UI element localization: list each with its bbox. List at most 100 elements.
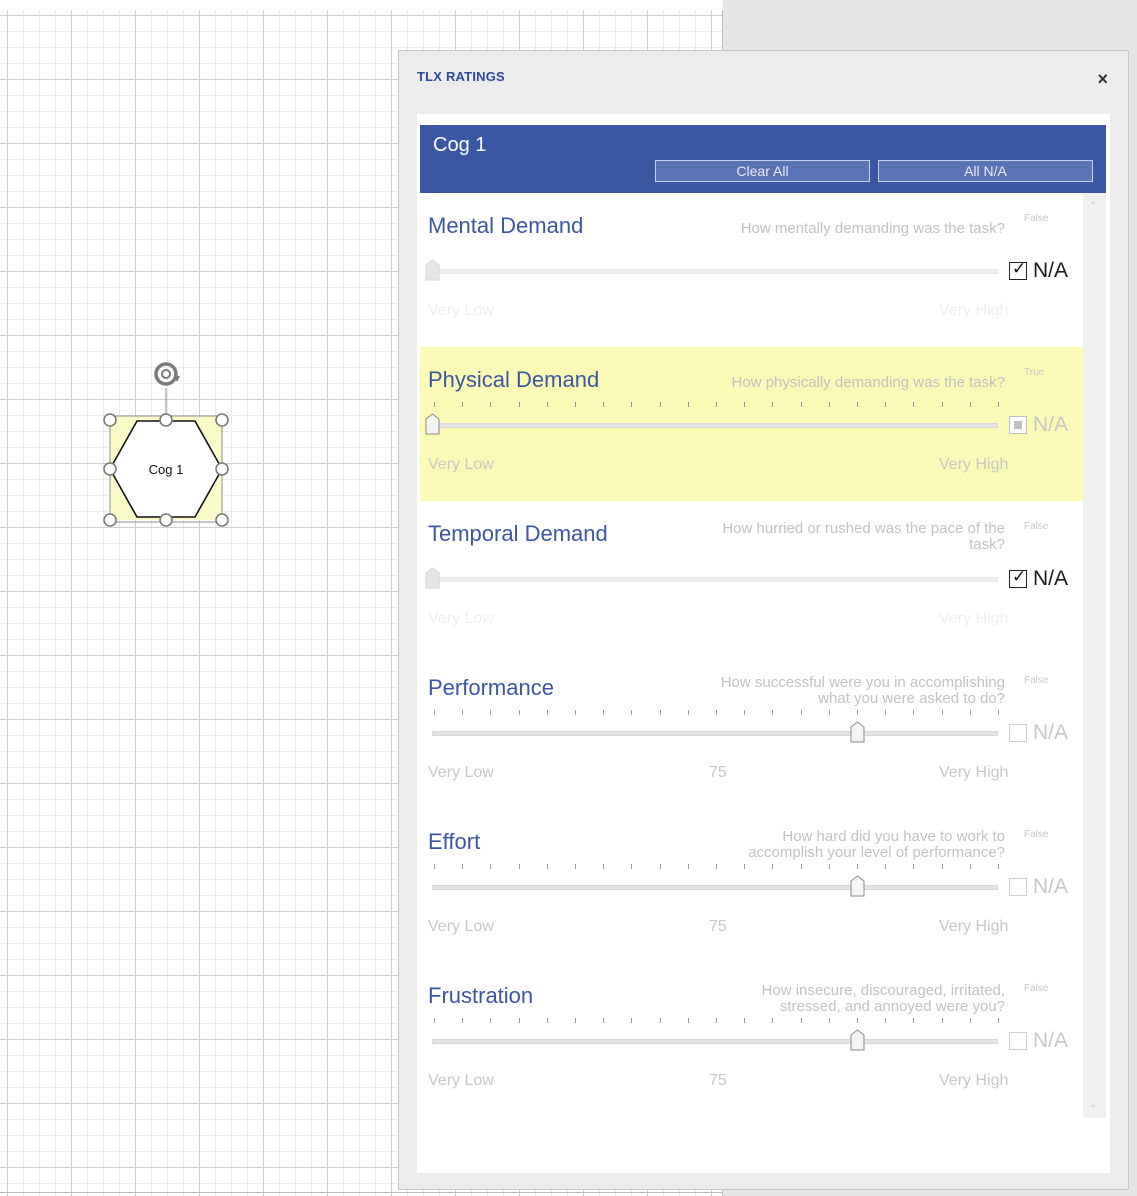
slider-tick: [885, 402, 886, 407]
rating-slider[interactable]: [432, 269, 998, 274]
checkbox-box[interactable]: ✓: [1009, 567, 1027, 588]
rotate-handle-icon[interactable]: [152, 360, 180, 388]
rating-question: How successful were you in accomplishing…: [720, 674, 1005, 707]
slider-tick: [829, 710, 830, 715]
shape-label: Cog 1: [148, 462, 184, 477]
rating-question: How mentally demanding was the task?: [740, 220, 1005, 237]
rating-name: Mental Demand: [428, 213, 584, 238]
rating-question: How physically demanding was the task?: [731, 374, 1005, 391]
slider-tick: [970, 402, 971, 407]
all-na-button[interactable]: All N/A: [878, 160, 1093, 182]
slider-ticks: [434, 864, 999, 870]
slider-tick: [998, 710, 999, 715]
rating-row-temporal-demand: Temporal Demand How hurried or rushed was…: [420, 501, 1083, 655]
slider-thumb[interactable]: [850, 875, 865, 897]
slider-tick: [660, 864, 661, 869]
na-checkbox[interactable]: N/A: [1009, 875, 1068, 899]
slider-tick: [772, 1018, 773, 1023]
slider-tick: [547, 864, 548, 869]
na-checkbox[interactable]: N/A: [1009, 413, 1068, 437]
tlx-ratings-panel: TLX RATINGS × Cog 1 Clear All All N/A ⌃ …: [398, 50, 1129, 1190]
scrollbar[interactable]: ⌃ ⌄: [1083, 193, 1106, 1118]
scroll-down-icon[interactable]: ⌄: [1089, 1099, 1097, 1110]
slider-tick: [490, 864, 491, 869]
slider-ticks: [434, 1018, 999, 1024]
rating-slider[interactable]: [432, 577, 998, 582]
na-label: N/A: [1033, 413, 1069, 436]
na-label: N/A: [1033, 259, 1069, 282]
slider-tick: [462, 402, 463, 407]
high-label: Very High: [939, 1072, 1009, 1089]
slider-tick: [801, 864, 802, 869]
slider-tick: [913, 1018, 914, 1023]
checkbox-box[interactable]: [1009, 878, 1027, 896]
slider-tick: [519, 864, 520, 869]
slider-tick: [688, 864, 689, 869]
slider-tick: [547, 1018, 548, 1023]
rating-name: Effort: [428, 829, 481, 854]
na-checkbox[interactable]: N/A: [1009, 1029, 1068, 1053]
scroll-up-icon[interactable]: ⌃: [1089, 201, 1097, 212]
slider-tick: [913, 710, 914, 715]
rating-state: False: [1024, 521, 1049, 532]
na-checkbox[interactable]: ✓ N/A: [1009, 567, 1068, 591]
slider-tick: [716, 864, 717, 869]
slider-value: 75: [709, 764, 727, 781]
slider-tick: [772, 864, 773, 869]
slider-tick: [970, 864, 971, 869]
low-label: Very Low: [428, 764, 494, 781]
slider-ticks: [434, 710, 999, 716]
slider-tick: [631, 710, 632, 715]
slider-tick: [942, 710, 943, 715]
checkbox-box[interactable]: [1009, 724, 1027, 742]
rating-state: True: [1024, 367, 1045, 378]
checkmark-icon: ✓: [1012, 259, 1027, 278]
slider-tick: [688, 402, 689, 407]
slider-tick: [913, 402, 914, 407]
cog-header: Cog 1 Clear All All N/A: [420, 125, 1106, 193]
slider-tick: [744, 864, 745, 869]
clear-all-button[interactable]: Clear All: [655, 160, 870, 182]
slider-tick: [885, 1018, 886, 1023]
rating-row-effort: Effort How hard did you have to work to a…: [420, 809, 1083, 963]
slider-thumb[interactable]: [850, 1029, 865, 1051]
rating-slider[interactable]: [432, 885, 998, 890]
slider-tick: [744, 1018, 745, 1023]
ratings-list: ⌃ ⌄ Mental Demand How mentally demanding …: [420, 193, 1106, 1118]
rating-name: Physical Demand: [428, 367, 600, 392]
slider-ticks: [434, 556, 998, 562]
slider-tick: [660, 710, 661, 715]
rating-slider[interactable]: [432, 1039, 998, 1044]
slider-thumb[interactable]: [425, 413, 440, 435]
slider-tick: [575, 402, 576, 407]
close-icon[interactable]: ×: [1097, 69, 1108, 89]
slider-thumb[interactable]: [425, 259, 440, 281]
rating-state: False: [1024, 983, 1049, 994]
rating-question: How insecure, discouraged, irritated, st…: [761, 982, 1005, 1015]
slider-tick: [434, 402, 435, 407]
slider-tick: [829, 864, 830, 869]
low-label: Very Low: [428, 610, 494, 627]
slider-tick: [462, 864, 463, 869]
slider-thumb[interactable]: [850, 721, 865, 743]
slider-tick: [490, 710, 491, 715]
slider-value: 75: [709, 1072, 727, 1089]
na-checkbox[interactable]: ✓ N/A: [1009, 259, 1068, 283]
slider-thumb[interactable]: [425, 567, 440, 589]
checkbox-box[interactable]: [1009, 1032, 1027, 1050]
checkbox-box[interactable]: [1009, 416, 1027, 434]
low-label: Very Low: [428, 456, 494, 473]
rating-name: Temporal Demand: [428, 521, 608, 546]
na-checkbox[interactable]: N/A: [1009, 721, 1068, 745]
checkbox-box[interactable]: ✓: [1009, 259, 1027, 280]
high-label: Very High: [939, 610, 1009, 627]
slider-tick: [631, 402, 632, 407]
slider-tick: [885, 864, 886, 869]
rating-slider[interactable]: [432, 423, 998, 428]
canvas-bottom-edge: [0, 1192, 722, 1193]
slider-tick: [519, 710, 520, 715]
cog-shape[interactable]: Cog 1: [96, 358, 236, 534]
rating-slider[interactable]: [432, 731, 998, 736]
slider-tick: [688, 710, 689, 715]
slider-tick: [603, 710, 604, 715]
